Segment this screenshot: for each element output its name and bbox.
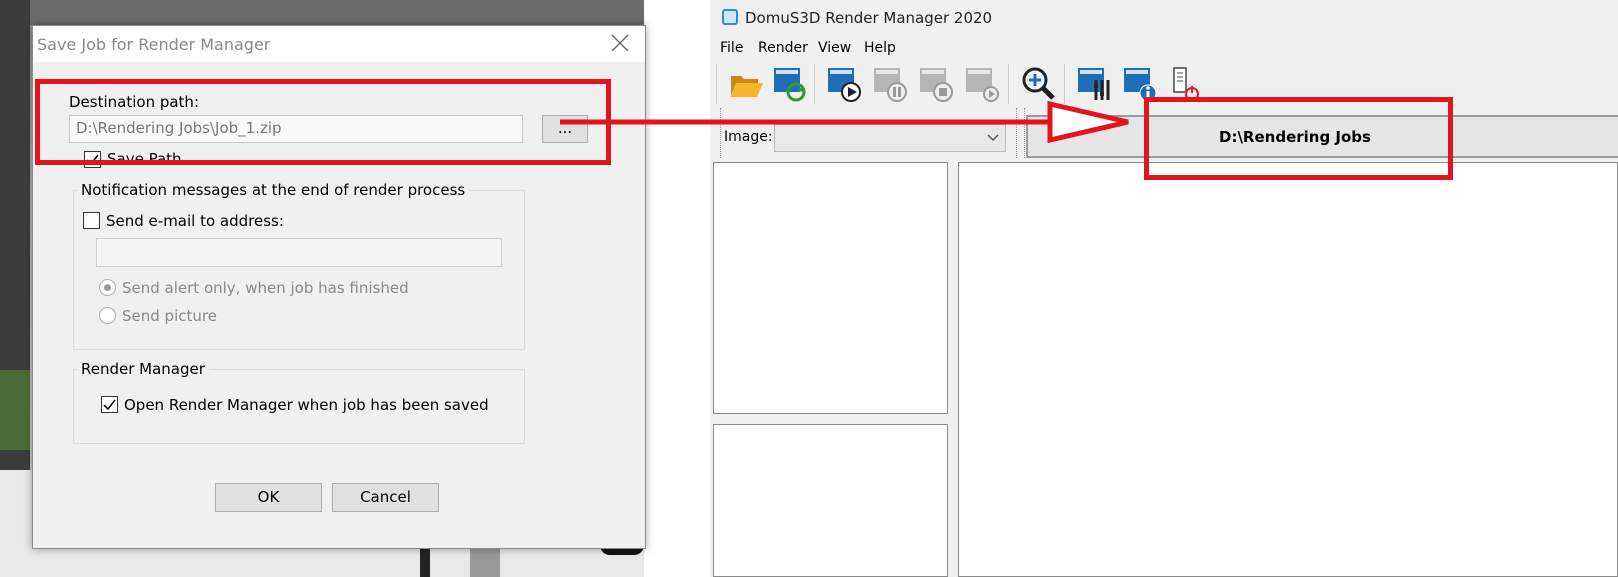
app-icon	[722, 9, 738, 25]
notification-group-title: Notification messages at the end of rend…	[77, 181, 470, 199]
render-manager-group-title: Render Manager	[77, 360, 209, 378]
alert-only-label: Send alert only, when job has finished	[122, 279, 409, 297]
close-icon[interactable]	[609, 32, 631, 54]
send-email-checkbox[interactable]	[83, 212, 100, 229]
job-details-panel[interactable]	[713, 424, 948, 577]
cancel-button[interactable]: Cancel	[332, 483, 439, 512]
send-picture-radio[interactable]	[99, 307, 116, 324]
send-email-label: Send e-mail to address:	[106, 212, 284, 230]
open-render-manager-checkbox[interactable]	[101, 396, 118, 413]
dialog-title: Save Job for Render Manager	[37, 35, 271, 54]
annotation-highlight-destination	[35, 79, 611, 165]
image-preview-panel[interactable]	[958, 162, 1618, 577]
job-list-panel[interactable]	[713, 162, 948, 414]
menu-file[interactable]: File	[720, 40, 743, 56]
email-address-input[interactable]	[96, 238, 502, 267]
menu-view[interactable]: View	[818, 40, 851, 56]
send-picture-label: Send picture	[122, 307, 217, 325]
menu-render[interactable]: Render	[758, 40, 808, 56]
alert-only-radio[interactable]	[99, 279, 116, 296]
window-title: DomuS3D Render Manager 2020	[745, 9, 993, 27]
menu-help[interactable]: Help	[864, 40, 896, 56]
open-render-manager-label: Open Render Manager when job has been sa…	[124, 396, 489, 414]
radio-dot-icon	[104, 284, 111, 291]
dialog-titlebar: Save Job for Render Manager	[33, 26, 645, 62]
checkmark-icon	[103, 399, 116, 411]
ok-button[interactable]: OK	[215, 483, 322, 512]
annotation-arrow-icon	[560, 100, 1129, 144]
annotation-highlight-jobs-folder	[1144, 97, 1453, 180]
render-manager-window: DomuS3D Render Manager 2020 File Render …	[710, 0, 1618, 577]
